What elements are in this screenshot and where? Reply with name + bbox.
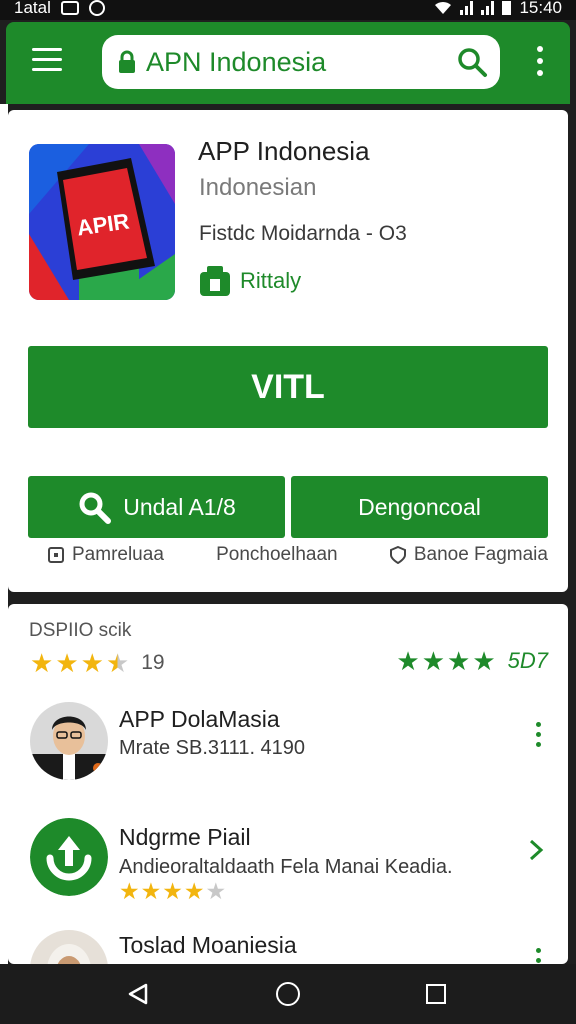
search-action-icon — [79, 492, 112, 524]
app-bar: APN Indonesia — [6, 22, 570, 104]
info-link-1[interactable]: Pamreluaa — [48, 544, 164, 566]
side-edge — [0, 104, 8, 964]
battery-icon — [502, 1, 512, 15]
info-link-2-label: Ponchoelhaan — [216, 544, 338, 565]
list-item[interactable]: APP DolaMasia Mrate SB.3111. 4190 — [8, 700, 568, 810]
star-icon: ★ — [447, 646, 471, 676]
info-link-1-label: Pamreluaa — [72, 544, 164, 565]
star-icon: ★ — [80, 648, 104, 678]
star-icon: ★ — [421, 646, 446, 676]
list-item[interactable]: Toslad Moaniesia — [8, 928, 568, 964]
info-link-3-label: Banoe Fagmaia — [413, 544, 548, 565]
install-label: VITL — [251, 367, 325, 406]
lock-icon — [119, 50, 135, 73]
app-category: Indonesian — [199, 174, 317, 201]
chevron-right-icon[interactable] — [528, 838, 544, 862]
star-icon: ★ — [472, 646, 496, 676]
info-link-3[interactable]: Banoe Fagmaia — [389, 544, 548, 566]
rating-badge-row: Rittaly — [198, 264, 301, 298]
shield-icon — [389, 546, 406, 564]
chat-notification-icon — [88, 0, 105, 16]
star-icon: ★ — [119, 878, 140, 904]
photo-notification-icon — [60, 1, 79, 15]
item-title: Ndgrme Piail — [119, 824, 251, 850]
app-meta: Fistdc Moidarnda - O3 — [199, 222, 407, 245]
reviews-card: DSPIIO scik ★ ★ ★ ★ 19 ★ ★ ★ ★ 5D7 APP D… — [8, 604, 568, 964]
search-bar[interactable]: APN Indonesia — [102, 35, 500, 89]
item-rating: ★ ★ ★ ★ ★ — [119, 880, 226, 903]
rating-label: Rittaly — [240, 268, 302, 293]
search-icon[interactable] — [456, 46, 488, 78]
search-query[interactable]: APN Indonesia — [146, 47, 456, 78]
install-button[interactable]: VITL — [28, 346, 548, 428]
avatar — [30, 702, 108, 780]
overflow-menu-icon[interactable] — [536, 46, 544, 76]
doc-icon — [48, 547, 64, 563]
info-links: Pamreluaa Ponchoelhaan Banoe Fagmaia — [48, 544, 548, 566]
primary-action-label: Undal A1/8 — [123, 493, 236, 520]
star-icon: ★ — [396, 646, 420, 676]
system-nav-bar — [0, 964, 576, 1024]
home-icon[interactable] — [276, 982, 300, 1006]
list-item[interactable]: Ndgrme Piail Andieoraltaldaath Fela Mana… — [8, 818, 568, 928]
more-options-icon[interactable] — [536, 948, 542, 964]
item-subtitle: Mrate SB.3111. 4190 — [119, 737, 306, 759]
star-icon: ★ — [55, 648, 79, 678]
signal-icon — [460, 1, 474, 15]
update-icon — [30, 818, 108, 896]
left-rating-count: 19 — [141, 651, 165, 674]
star-icon: ★ — [140, 878, 162, 904]
item-subtitle: Andieoraltaldaath Fela Manai Keadia. — [119, 856, 453, 878]
star-icon: ★ — [205, 878, 227, 904]
wifi-icon — [435, 1, 452, 15]
right-rating-count: 5D7 — [507, 648, 548, 673]
item-title: APP DolaMasia — [119, 706, 280, 732]
back-icon[interactable] — [126, 982, 150, 1006]
clock: 15:40 — [519, 0, 562, 17]
primary-action-button[interactable]: Undal A1/8 — [28, 476, 285, 538]
star-icon: ★ — [162, 878, 183, 904]
menu-icon[interactable] — [32, 48, 62, 72]
app-detail-card: APIR APP Indonesia Indonesian Fistdc Moi… — [8, 110, 568, 592]
star-icon: ★ — [30, 648, 54, 678]
avatar — [30, 930, 108, 964]
action-buttons: Undal A1/8 Dengoncoal — [28, 476, 548, 538]
carrier-text: 1atal — [14, 0, 51, 17]
info-link-2[interactable]: Ponchoelhaan — [216, 544, 338, 566]
item-title: Toslad Moaniesia — [119, 932, 297, 958]
half-star-icon: ★ — [105, 648, 130, 678]
section-title: DSPIIO scik — [29, 620, 132, 641]
right-rating: ★ ★ ★ ★ 5D7 — [396, 648, 548, 674]
rating-badge-icon — [200, 266, 230, 296]
signal-icon-2 — [481, 1, 495, 15]
app-icon[interactable]: APIR — [29, 144, 175, 300]
status-bar: 1atal 15:40 — [0, 0, 576, 20]
app-title: APP Indonesia — [198, 136, 370, 166]
left-rating: ★ ★ ★ ★ 19 — [30, 650, 165, 676]
secondary-action-label: Dengoncoal — [358, 493, 481, 520]
recent-apps-icon[interactable] — [426, 984, 446, 1004]
more-options-icon[interactable] — [536, 722, 542, 747]
star-icon: ★ — [183, 878, 205, 904]
secondary-action-button[interactable]: Dengoncoal — [291, 476, 548, 538]
